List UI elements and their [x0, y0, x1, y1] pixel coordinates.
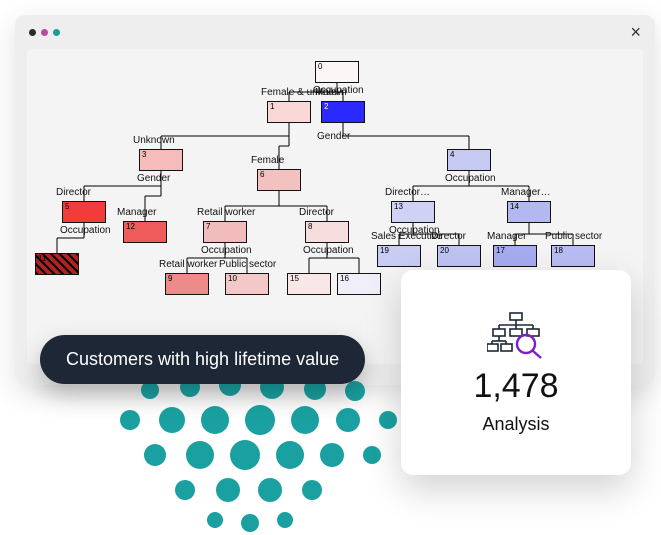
tree-node: 2: [321, 101, 365, 123]
node-split-label: Occupation: [445, 173, 496, 184]
tree-node: 4: [447, 149, 491, 171]
tree-magnify-icon: [487, 311, 545, 359]
tree-node: 17: [493, 245, 537, 267]
tree-node: 9: [165, 273, 209, 295]
tree-node: 6: [257, 169, 301, 191]
tree-node: 7: [203, 221, 247, 243]
branch-label: Manager…: [501, 187, 550, 198]
dot-icon: [41, 29, 48, 36]
tree-node: 15: [287, 273, 331, 295]
tree-node: 16: [337, 273, 381, 295]
branch-label: Director: [431, 231, 466, 242]
caption-pill: Customers with high lifetime value: [40, 335, 365, 384]
node-split-label: Occupation: [303, 245, 354, 256]
dot-icon: [29, 29, 36, 36]
node-split-label: Occupation: [60, 225, 111, 236]
tree-node: 20: [437, 245, 481, 267]
tree-node: 8: [305, 221, 349, 243]
tree-node: 0: [315, 61, 359, 83]
tree-node: 10: [225, 273, 269, 295]
branch-label: Public sector: [219, 259, 276, 270]
branch-label: Retail worker: [159, 259, 217, 270]
dot-icon: [53, 29, 60, 36]
tree-node: 14: [507, 201, 551, 223]
node-split-label: Gender: [137, 173, 170, 184]
tree-node: 12: [123, 221, 167, 243]
tree-node: 3: [139, 149, 183, 171]
tree-node: 1: [267, 101, 311, 123]
branch-label: Retail worker: [197, 207, 255, 218]
node-split-label: Gender: [317, 131, 350, 142]
tree-node: 5: [62, 201, 106, 223]
branch-label: Director…: [385, 187, 430, 198]
analysis-card: 1,478 Analysis: [401, 270, 631, 475]
tree-node: 18: [551, 245, 595, 267]
branch-label: Director: [299, 207, 334, 218]
branch-label: Unknown: [133, 135, 175, 146]
window-traffic-lights: [29, 29, 60, 36]
branch-label: Male: [315, 87, 337, 98]
close-button[interactable]: ×: [630, 23, 641, 41]
analysis-count: 1,478: [473, 367, 558, 406]
node-split-label: Occupation: [201, 245, 252, 256]
branch-label: Manager: [487, 231, 526, 242]
window-titlebar: ×: [15, 15, 655, 49]
tree-node: 13: [391, 201, 435, 223]
branch-label: Public sector: [545, 231, 602, 242]
branch-label: Female: [251, 155, 284, 166]
analysis-label: Analysis: [482, 414, 549, 435]
branch-label: Director: [56, 187, 91, 198]
tree-node: 19: [377, 245, 421, 267]
tree-node: 11: [35, 253, 79, 275]
branch-label: Manager: [117, 207, 156, 218]
